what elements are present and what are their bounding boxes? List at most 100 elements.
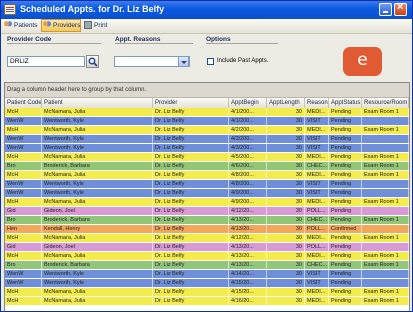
table-row[interactable]: Hen Kendall, Henry Dr. Liz Belfy 4/13/20...… xyxy=(5,225,409,234)
cell-patient: Broderick, Barbara xyxy=(42,162,153,170)
patients-icon xyxy=(4,21,12,29)
cell-reason: VISIT xyxy=(305,279,329,287)
close-button[interactable] xyxy=(394,1,407,16)
table-row[interactable]: McH McNamara, Julia Dr. Liz Belfy 4/1/200..… xyxy=(5,108,409,117)
column-header-provider[interactable]: Provider xyxy=(153,98,229,108)
cell-patient-code: McH xyxy=(5,297,42,305)
print-button[interactable]: Print xyxy=(83,20,113,31)
cell-appt-length: 30 xyxy=(267,225,305,233)
cell-provider: Dr. Liz Belfy xyxy=(153,234,229,242)
column-header-appt-length[interactable]: ApptLength xyxy=(267,98,305,108)
providers-icon xyxy=(43,21,51,29)
cell-patient: Wentworth, Kyle xyxy=(42,189,153,197)
table-row[interactable]: WenW Wentworth, Kyle Dr. Liz Belfy 4/9/200.… xyxy=(5,189,409,198)
table-row[interactable]: McH McNamara, Julia Dr. Liz Belfy 4/12/20..… xyxy=(5,234,409,243)
cell-reason: VISIT xyxy=(305,180,329,188)
table-row[interactable]: McH McNamara, Julia Dr. Liz Belfy 4/5/200..… xyxy=(5,153,409,162)
cell-provider: Dr. Liz Belfy xyxy=(153,117,229,125)
column-header-patient[interactable]: Patient xyxy=(42,98,153,108)
table-row[interactable]: WenW Wentworth, Kyle Dr. Liz Belfy 4/3/200.… xyxy=(5,144,409,153)
cell-patient-code: McH xyxy=(5,234,42,242)
group-by-area[interactable]: Drag a column header here to group by th… xyxy=(5,83,409,98)
cell-appt-begin: 4/13/20... xyxy=(229,261,267,269)
cell-appt-status: Pending xyxy=(329,297,362,305)
cell-provider: Dr. Liz Belfy xyxy=(153,153,229,161)
cell-patient-code: Hen xyxy=(5,225,42,233)
table-row[interactable]: McH McNamara, Julia Dr. Liz Belfy 4/9/200..… xyxy=(5,198,409,207)
cell-resource-room xyxy=(362,180,409,188)
cell-provider: Dr. Liz Belfy xyxy=(153,270,229,278)
table-row[interactable]: McH McNamara, Julia Dr. Liz Belfy 4/8/200..… xyxy=(5,171,409,180)
cell-reason: POLL... xyxy=(305,243,329,251)
cell-patient-code: WenW xyxy=(5,279,42,287)
table-row[interactable]: WenW Wentworth, Kyle Dr. Liz Belfy 4/8/200.… xyxy=(5,180,409,189)
table-row[interactable]: Gid Gideon, Joel Dr. Liz Belfy 4/13/20... 30… xyxy=(5,243,409,252)
cell-reason: CHEC... xyxy=(307,162,329,170)
cell-reason: VISIT xyxy=(305,117,329,125)
cell-appt-length: 30 xyxy=(267,180,305,188)
cell-patient: Wentworth, Kyle xyxy=(42,135,153,143)
cell-appt-status: Pending xyxy=(329,108,362,116)
cell-patient: Gideon, Joel xyxy=(42,243,153,251)
cell-patient-code: McH xyxy=(5,153,42,161)
toolbar: Patients Providers Print xyxy=(1,19,412,34)
cell-patient-code: McH xyxy=(5,171,42,179)
cell-resource-room: Exam Room 1 xyxy=(362,153,409,161)
include-past-checkbox[interactable] xyxy=(207,58,214,65)
provider-search-button[interactable] xyxy=(86,55,99,68)
cell-patient: McNamara, Julia xyxy=(42,234,153,242)
cell-provider: Dr. Liz Belfy xyxy=(153,243,229,251)
cell-appt-length: 30 xyxy=(267,288,305,296)
table-row[interactable]: WenW Wentworth, Kyle Dr. Liz Belfy 4/15/20.… xyxy=(5,279,409,288)
patients-button[interactable]: Patients xyxy=(3,20,39,31)
options-divider xyxy=(206,43,278,44)
cell-resource-room xyxy=(362,117,409,125)
cell-appt-begin: 4/9/200... xyxy=(229,198,267,206)
column-header-patient-code[interactable]: Patient Code xyxy=(5,98,42,108)
cell-provider: Dr. Liz Belfy xyxy=(153,126,229,134)
cell-patient-code: WenW xyxy=(5,180,42,188)
table-row[interactable]: McH McNamara, Julia Dr. Liz Belfy 4/16/20..… xyxy=(5,297,409,306)
options-label: Options xyxy=(206,36,231,43)
table-row[interactable]: WenW Wentworth, Kyle Dr. Liz Belfy 4/2/200.… xyxy=(5,135,409,144)
cell-patient-code: McH xyxy=(5,126,42,134)
chevron-down-icon[interactable] xyxy=(178,56,189,67)
table-row[interactable]: Bro Broderick, Barbara Dr. Liz Belfy 4/13/2… xyxy=(5,261,409,270)
cell-appt-begin: 4/15/20... xyxy=(229,288,267,296)
column-header-reason[interactable]: Reason xyxy=(305,98,329,108)
cell-provider: Dr. Liz Belfy xyxy=(153,288,229,296)
cell-appt-length: 30 xyxy=(267,135,305,143)
provider-code-input[interactable]: DRLIZ xyxy=(7,56,85,67)
cell-appt-status: Pending xyxy=(329,144,362,152)
column-header-appt-begin[interactable]: ApptBegin xyxy=(229,98,267,108)
cell-appt-length: 30 xyxy=(267,153,305,161)
table-row[interactable]: McH McNamara, Julia Dr. Liz Belfy 4/2/200..… xyxy=(5,126,409,135)
table-row[interactable]: Bro Broderick, Barbara Dr. Liz Belfy 4/6/20… xyxy=(5,162,409,171)
cell-patient-code: Gid xyxy=(5,243,42,251)
table-row[interactable]: WenW Wentworth, Kyle Dr. Liz Belfy 4/1/200.… xyxy=(5,117,409,126)
table-row[interactable]: McH McNamara, Julia Dr. Liz Belfy 4/15/20..… xyxy=(5,288,409,297)
table-row[interactable]: WenW Wentworth, Kyle Dr. Liz Belfy 4/14/20.… xyxy=(5,270,409,279)
table-row[interactable]: Gid Gideon, Joel Dr. Liz Belfy 4/12/20... 30… xyxy=(5,207,409,216)
cell-appt-length: 30 xyxy=(267,162,305,170)
column-header-appt-status[interactable]: ApptStatus xyxy=(329,98,362,108)
cell-patient-code: McH xyxy=(5,252,42,260)
cell-reason: VISIT xyxy=(305,189,329,197)
cell-patient: Wentworth, Kyle xyxy=(42,279,153,287)
cell-appt-begin: 4/3/200... xyxy=(229,144,267,152)
window-title: Scheduled Appts. for Dr. Liz Belfy xyxy=(20,4,165,14)
cell-appt-status: Pending xyxy=(329,288,362,296)
cell-appt-status: Pending xyxy=(329,189,362,197)
table-row[interactable]: Bro Broderick, Barbara Dr. Liz Belfy 4/13/2… xyxy=(5,216,409,225)
cell-appt-status: Pending xyxy=(329,234,362,242)
cell-appt-status: Pending xyxy=(329,171,362,179)
cell-appt-length: 30 xyxy=(267,216,305,224)
cell-patient: Broderick, Barbara xyxy=(42,261,153,269)
column-header-resource-room[interactable]: Resource/Room xyxy=(362,98,409,108)
cell-provider: Dr. Liz Belfy xyxy=(153,180,229,188)
providers-button[interactable]: Providers xyxy=(41,19,81,32)
cell-reason: MEDI... xyxy=(305,153,329,161)
minimize-button[interactable] xyxy=(379,3,392,16)
cell-appt-status: Pending xyxy=(329,126,362,134)
table-row[interactable]: McH McNamara, Julia Dr. Liz Belfy 4/13/20..… xyxy=(5,252,409,261)
